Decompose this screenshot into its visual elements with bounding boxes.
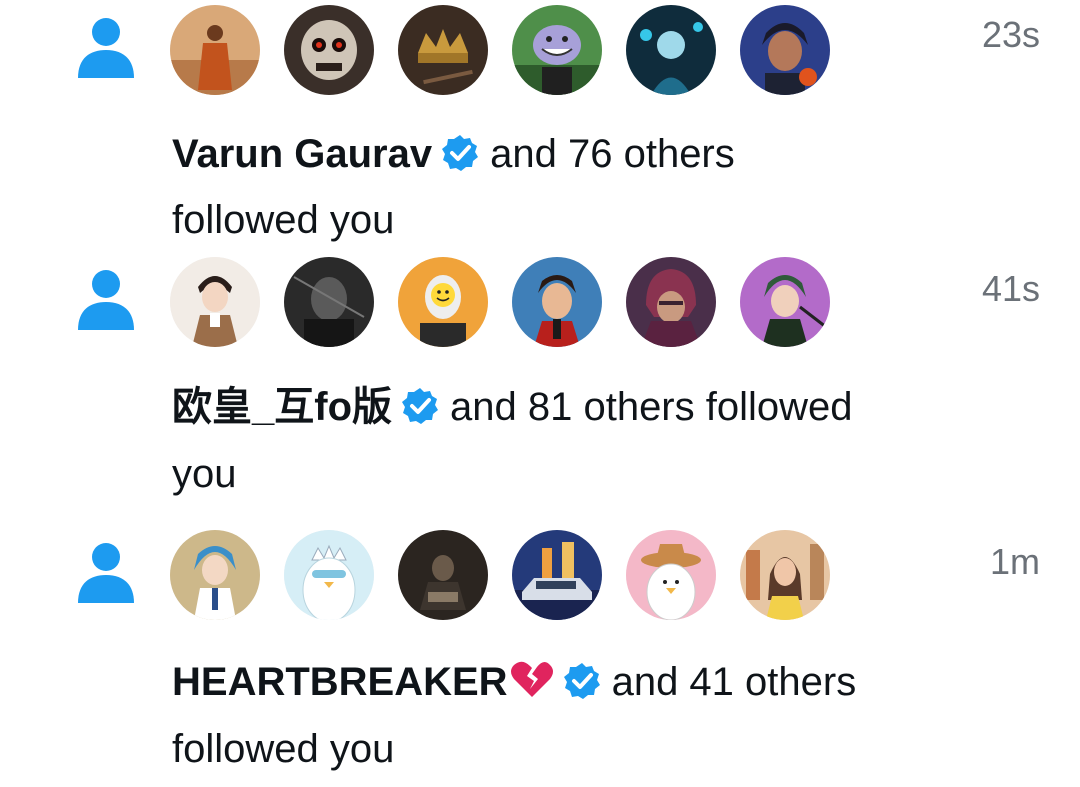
others-count-text: and 41 others: [611, 660, 857, 704]
person-icon: [78, 270, 134, 330]
notification-item[interactable]: 1m HEARTBREAKER and 41 others followed yo…: [0, 527, 1080, 787]
person-icon: [78, 543, 134, 603]
follow-summary-line: Varun Gaurav and 76 others: [172, 130, 735, 178]
magneto-avatar[interactable]: [626, 257, 716, 347]
followed-you-text: followed you: [172, 198, 395, 242]
broken-heart-icon: [510, 661, 553, 697]
anime-boy-avatar[interactable]: [512, 257, 602, 347]
verified-badge-icon: [402, 388, 438, 424]
timestamp: 23s: [981, 14, 1040, 55]
smiley-avatar[interactable]: [398, 257, 488, 347]
follow-summary-line: 欧皇_互fo版 and 81 others followed: [172, 383, 853, 431]
notification-item[interactable]: 23s Varun Gaurav and 76 others followed y…: [0, 0, 1080, 260]
notification-item[interactable]: 41s 欧皇_互fo版 and 81 others followed you: [0, 254, 1080, 514]
followed-you-text: followed you: [172, 727, 395, 771]
monk-avatar[interactable]: [170, 5, 260, 95]
others-count-text: and 76 others: [490, 132, 735, 176]
avatar-row: [170, 5, 830, 95]
anime-soldier-avatar[interactable]: [170, 257, 260, 347]
woman-photo-avatar[interactable]: [740, 530, 830, 620]
follow-summary-line: HEARTBREAKER and 41 others: [172, 658, 856, 706]
timestamp: 1m: [989, 541, 1040, 582]
verified-badge-icon: [442, 135, 479, 171]
car-avatar[interactable]: [512, 530, 602, 620]
follower-name[interactable]: 欧皇_互fo版: [172, 385, 392, 429]
anime-boy-avatar[interactable]: [740, 5, 830, 95]
verified-badge-icon: [563, 663, 600, 699]
anime-doctor-avatar[interactable]: [170, 530, 260, 620]
followed-you-text: you: [172, 452, 237, 496]
timestamp: 41s: [981, 268, 1040, 309]
avatar-row: [170, 257, 830, 347]
penguin-cowboy-avatar[interactable]: [626, 530, 716, 620]
troll-avatar[interactable]: [512, 5, 602, 95]
dark-photo-avatar[interactable]: [284, 257, 374, 347]
anime-girl-avatar[interactable]: [740, 257, 830, 347]
follower-name[interactable]: Varun Gaurav: [172, 132, 432, 176]
crown-avatar[interactable]: [398, 5, 488, 95]
follower-name[interactable]: HEARTBREAKER: [172, 660, 508, 704]
cyber-avatar[interactable]: [626, 5, 716, 95]
penguin-crown-avatar[interactable]: [284, 530, 374, 620]
avatar-row: [170, 530, 830, 620]
skull-avatar[interactable]: [284, 5, 374, 95]
person-icon: [78, 18, 134, 78]
dark-photo-avatar[interactable]: [398, 530, 488, 620]
others-count-text: and 81 others followed: [450, 385, 853, 429]
